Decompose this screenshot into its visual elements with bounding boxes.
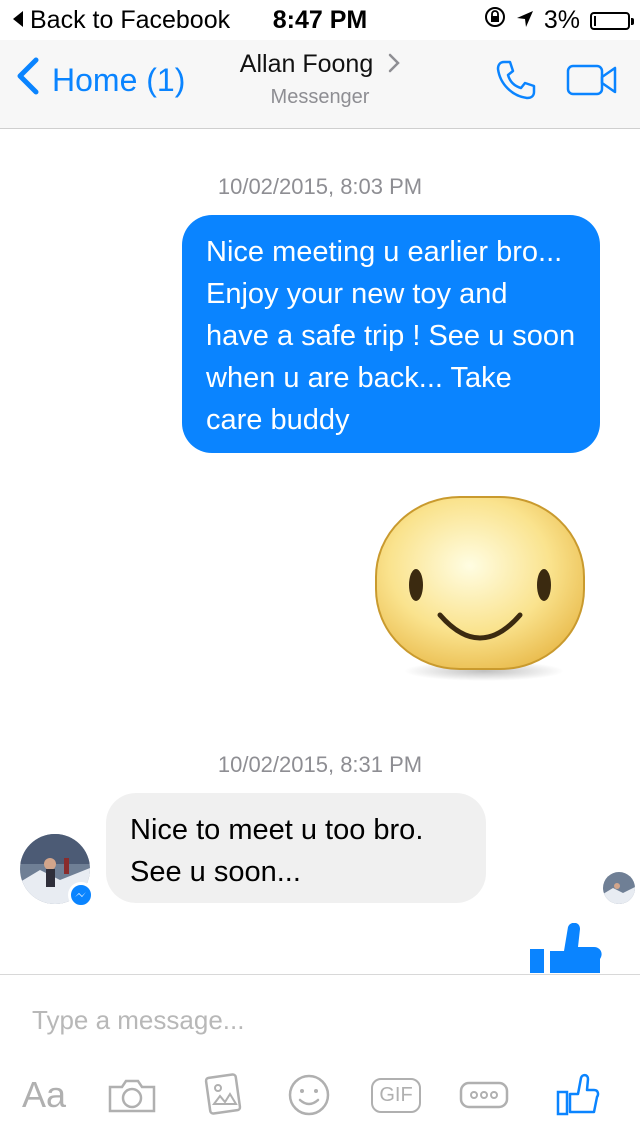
- conversation-header: Home (1) Allan Foong Messenger: [0, 40, 640, 129]
- phone-icon[interactable]: [494, 58, 538, 107]
- more-icon[interactable]: [458, 1067, 510, 1123]
- status-right: 3%: [484, 6, 634, 35]
- gif-button[interactable]: GIF: [370, 1067, 422, 1123]
- battery-icon: [590, 11, 634, 30]
- incoming-message-bubble[interactable]: Nice to meet u too bro. See u soon...: [106, 793, 486, 903]
- battery-percent: 3%: [543, 6, 580, 34]
- call-actions: [494, 58, 618, 107]
- messenger-badge-icon: [68, 882, 94, 908]
- outgoing-message-bubble[interactable]: Nice meeting u earlier bro... Enjoy your…: [182, 215, 600, 453]
- like-icon[interactable]: [552, 1067, 602, 1123]
- status-bar: Back to Facebook 8:47 PM 3%: [0, 0, 640, 40]
- camera-icon[interactable]: [104, 1067, 160, 1123]
- composer-toolbar: Aa GIF: [0, 1067, 640, 1123]
- read-receipt-avatar: [603, 872, 635, 904]
- contact-name: Allan Foong: [239, 50, 374, 78]
- message-timestamp: 10/02/2015, 8:31 PM: [217, 752, 423, 777]
- message-input[interactable]: Type a message...: [32, 1005, 244, 1036]
- video-call-icon[interactable]: [566, 63, 618, 102]
- emoji-icon[interactable]: [286, 1067, 332, 1123]
- text-format-label: Aa: [21, 1074, 67, 1115]
- location-arrow-icon: [516, 6, 534, 35]
- chevron-right-icon: [388, 51, 400, 80]
- text-format-button[interactable]: Aa: [14, 1067, 74, 1123]
- smiley-sticker-icon[interactable]: [372, 493, 588, 683]
- gif-label: GIF: [379, 1083, 413, 1106]
- sent-like-thumb-icon: [528, 923, 640, 973]
- gif-frame: GIF: [371, 1077, 421, 1113]
- message-timestamp: 10/02/2015, 8:03 PM: [217, 174, 423, 199]
- rotation-lock-icon: [484, 6, 506, 35]
- photo-icon[interactable]: [198, 1067, 248, 1123]
- message-composer: Type a message... Aa GIF: [0, 974, 640, 1137]
